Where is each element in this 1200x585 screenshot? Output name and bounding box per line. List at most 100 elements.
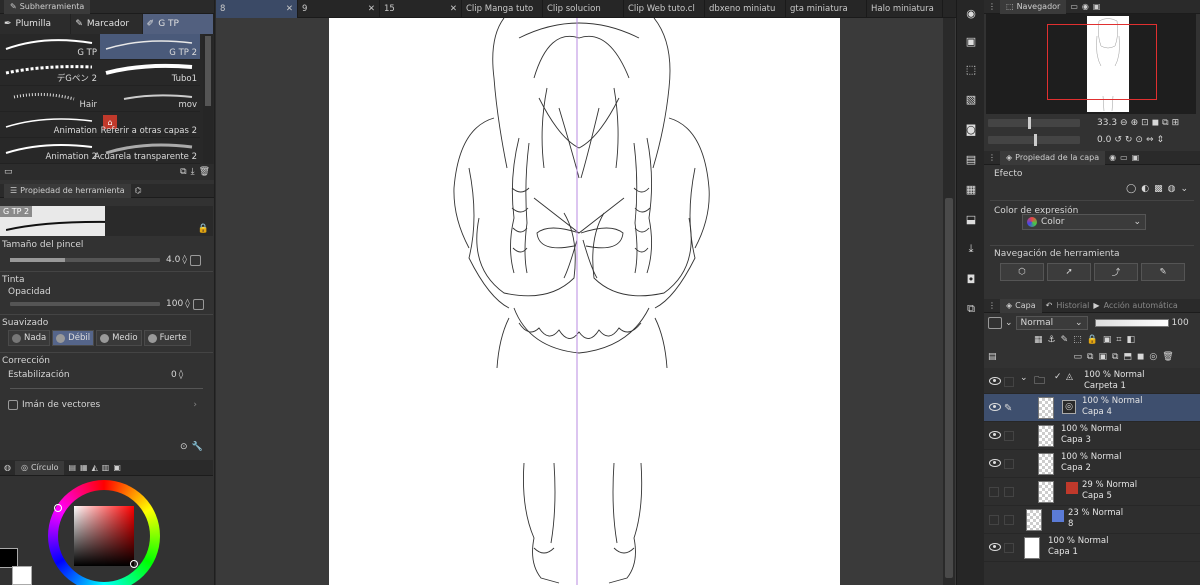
smoothing-medium[interactable]: Medio [96,330,142,346]
brush-item[interactable]: G TP [0,34,100,60]
eye-icon[interactable] [989,459,1001,467]
sub-view-tab-icon[interactable]: ▭ [1070,2,1078,11]
layer-lock-toggle[interactable] [1004,431,1014,441]
layer-row[interactable]: ✎ ◎ 100 % Normal Capa 4 [984,394,1200,422]
brush-item[interactable]: Hair [0,86,100,112]
close-icon[interactable]: ✕ [450,4,457,14]
ruler-icon[interactable]: ⌗ [1116,335,1121,345]
eye-icon[interactable] [989,431,1001,439]
select-tool-button[interactable]: ➚ [1047,263,1091,281]
color-history-tab-icon[interactable]: ▣ [113,463,121,472]
color-wheel[interactable] [46,478,162,585]
document-tab[interactable]: 9 ✕ [298,0,380,18]
trash-icon[interactable]: 🗑 [199,167,210,177]
canvas-paper[interactable] [329,18,840,585]
border-effect-icon[interactable]: ◯ [1126,184,1136,194]
main-color-swatch[interactable] [0,548,18,568]
document-tab[interactable]: Clip solucion [543,0,624,18]
panel-extra-icon[interactable]: ▣ [1132,153,1140,162]
fit-icon[interactable]: ⊡ [1141,118,1149,128]
new-raster-icon[interactable]: ▭ [1074,352,1083,362]
effect-dropdown-icon[interactable]: ⌄ [1180,184,1188,194]
export-icon[interactable]: ⧉ [960,298,982,320]
spin-icon[interactable]: ◊ [182,255,186,265]
brush-item-selected[interactable]: G TP 2 [100,34,200,60]
layer-lock-toggle[interactable] [1004,377,1014,387]
color-slider-tab-icon[interactable]: ▤ [68,463,76,472]
sub-color-swatch[interactable] [12,566,32,585]
extract-line-icon[interactable]: ◐ [1141,184,1149,194]
apply-mask-icon[interactable]: ◎ [1149,352,1157,362]
brush-item[interactable]: mov [100,86,200,112]
canvas-area[interactable] [216,18,956,585]
perspective-icon[interactable]: ▦ [960,178,982,200]
smoothing-none[interactable]: Nada [8,330,51,346]
similar-color-tab-icon[interactable]: ▥ [102,463,110,472]
lock-icon[interactable]: 🔒 [198,224,209,234]
snap-icon[interactable]: ◙ [960,118,982,140]
navigator-extra-icon[interactable]: ▣ [1093,2,1101,11]
material-tab-icon[interactable]: ▭ [1120,153,1128,162]
layer-row[interactable]: 100 % Normal Capa 1 [984,534,1200,562]
brush-item[interactable]: ⌂ Referir a otras capas 2 [100,112,200,138]
brush-list-scrollbar[interactable] [203,34,213,164]
zoom-out-icon[interactable]: ⊖ [1120,118,1128,128]
opacity-value[interactable]: 100 [166,299,183,309]
color-set-tab-icon[interactable]: ▦ [80,463,88,472]
layer-mask-icon[interactable]: ▣ [960,30,982,52]
reset-rotation-icon[interactable]: ⊙ [1135,135,1143,145]
navigator-tab[interactable]: ⬚ Navegador [1000,0,1067,14]
eye-icon[interactable] [989,403,1001,411]
navigator-preview[interactable] [986,14,1196,114]
fit-navigator-icon[interactable]: ⊞ [1172,118,1180,128]
transform-icon[interactable]: ⬚ [960,58,982,80]
download-icon[interactable]: ⤓ [191,167,195,177]
layer-lock-toggle[interactable] [1004,543,1014,553]
brush-size-slider[interactable] [10,258,160,262]
opacity-slider[interactable] [10,302,160,306]
eye-icon[interactable] [989,377,1001,385]
add-sub-tool-icon[interactable]: ▭ [4,167,13,177]
layer-row[interactable]: 100 % Normal Capa 2 [984,450,1200,478]
zoom-slider[interactable] [988,117,1080,129]
selection-icon[interactable]: ⬓ [960,208,982,230]
correct-line-button[interactable]: ⤴ [1094,263,1138,281]
item-bank-tab-icon[interactable]: ◉ [1082,2,1089,11]
document-tab[interactable]: Clip Web tuto.cl [624,0,705,18]
pen-tool-button[interactable]: ✎ [1141,263,1185,281]
history-icon[interactable]: ↶ [1046,301,1053,310]
new-folder-icon[interactable]: ▣ [1098,352,1107,362]
spin-icon[interactable]: ◊ [185,299,189,309]
new-vector-icon[interactable]: ⧉ [1087,352,1093,362]
wrench-icon[interactable]: 🔧 [192,442,203,452]
delete-layer-icon[interactable]: 🗑 [1162,352,1173,362]
layer-tab[interactable]: ◈ Capa [1000,298,1042,313]
stabilization-value[interactable]: 0 [171,370,177,380]
auto-action-icon[interactable]: ▶ [1093,301,1099,310]
saturation-value-square[interactable] [74,506,134,566]
chevron-down-icon[interactable]: ⌄ [1005,318,1013,328]
flip-vertical-icon[interactable]: ⇕ [1157,135,1165,145]
group-tab-plumilla[interactable]: ✒ Plumilla [0,14,72,34]
reset-icon[interactable]: ⊙ [180,442,188,452]
smoothing-strong[interactable]: Fuerte [143,330,191,346]
canvas-vertical-scrollbar[interactable] [943,18,955,585]
flip-horizontal-icon[interactable]: ⇔ [1146,135,1154,145]
layer-property-tab[interactable]: ◈ Propiedad de la capa [1000,150,1106,165]
copy-icon[interactable]: ⧉ [180,167,186,177]
layer-lock-toggle[interactable] [1004,487,1014,497]
rotate-right-icon[interactable]: ↻ [1125,135,1133,145]
layer-opacity-value[interactable]: 100 [1172,318,1189,328]
merge-icon[interactable]: ⬒ [1123,352,1132,362]
copy-layer-icon[interactable]: ⧉ [1112,352,1118,362]
mask-add-icon[interactable]: ◼ [1137,352,1144,362]
brush-item[interactable]: Acuarela transparente 2 [94,138,200,164]
brush-item[interactable]: Tubo1 [100,60,200,86]
opacity-pressure-icon[interactable] [192,298,204,310]
clip-icon[interactable]: ▦ [1034,335,1043,345]
close-icon[interactable]: ✕ [368,4,375,14]
chevron-down-icon[interactable]: ⌄ [1020,373,1028,383]
layer-row[interactable]: ⌄ 🗀 ✓ ◬ 100 % Normal Carpeta 1 [984,368,1200,394]
ruler-icon[interactable]: ▤ [960,148,982,170]
history-tab[interactable]: Historial [1056,301,1089,310]
